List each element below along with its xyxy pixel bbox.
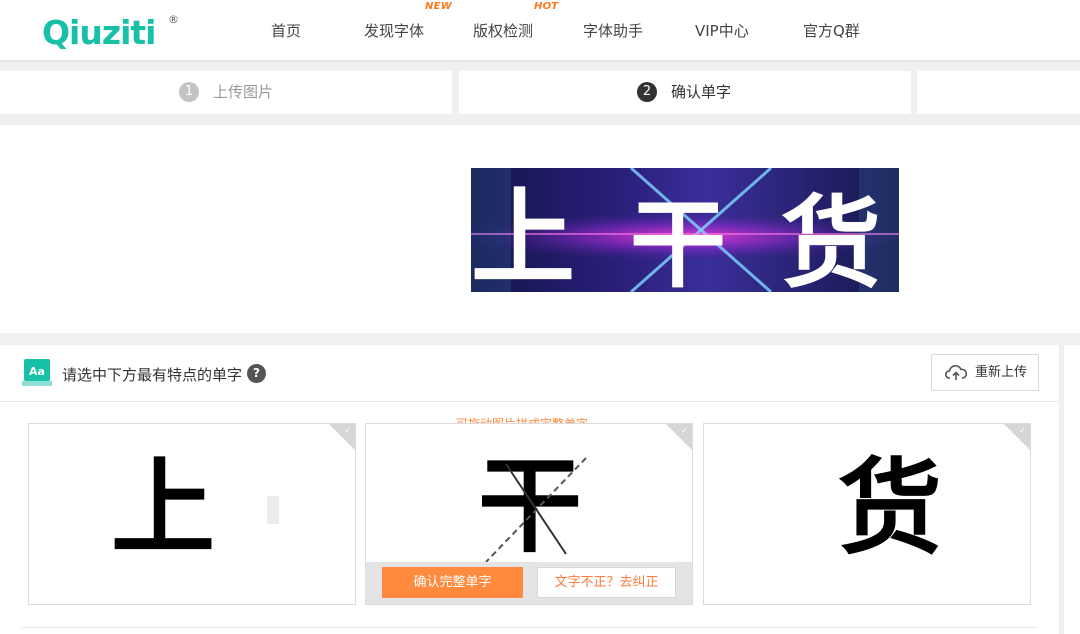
nav-vip-label: VIP中心 xyxy=(695,22,749,40)
check-icon: ✓ xyxy=(681,426,688,435)
check-icon: ✓ xyxy=(344,426,351,435)
card-1-corner xyxy=(329,424,355,450)
svg-text:Qiuziti: Qiuziti xyxy=(42,13,155,52)
uploaded-image: 上 干 货 xyxy=(471,168,899,292)
side-panel-strip xyxy=(1064,345,1080,634)
nav-font-assistant[interactable]: 字体助手 xyxy=(583,0,643,60)
confirm-character-button[interactable]: 确认完整单字 xyxy=(382,567,523,598)
nav-copyright-label: 版权检测 xyxy=(473,22,534,40)
step-1-label: 上传图片 xyxy=(213,83,274,101)
nav-copyright-check[interactable]: 版权检测 HOT xyxy=(473,0,558,60)
card-2-stroke-lines xyxy=(485,457,587,563)
card-3-corner xyxy=(1004,424,1030,450)
nav-official-qq-group[interactable]: 官方Q群 xyxy=(803,0,860,60)
new-badge: NEW xyxy=(425,1,452,12)
step-1-number: 1 xyxy=(179,81,199,102)
hot-badge: HOT xyxy=(534,1,559,12)
preview-char-3: 货 xyxy=(781,184,881,292)
character-select-panel: Aa 请选中下方最有特点的单字 ? 重新上传 可拖动图片拼成完整单字 上 ✓ 干… xyxy=(0,345,1059,634)
reupload-label: 重新上传 xyxy=(975,365,1028,380)
check-icon: ✓ xyxy=(1019,426,1026,435)
panel-title: 请选中下方最有特点的单字 xyxy=(62,366,243,384)
cloud-upload-icon xyxy=(945,365,967,380)
uploaded-image-preview-area: 上 干 货 xyxy=(0,125,1080,333)
help-icon[interactable]: ? xyxy=(247,364,266,383)
step-3-placeholder xyxy=(917,71,1080,114)
top-header: Qiuziti ® 首页 发现字体 NEW 版权检测 HOT 字体助手 VIP中心 … xyxy=(0,0,1080,60)
char-card-1[interactable]: 上 ✓ xyxy=(28,423,356,605)
card-1-char: 上 xyxy=(111,446,216,569)
font-aa-icon: Aa xyxy=(22,359,52,386)
card-2-actions: 确认完整单字 文字不正？去纠正 xyxy=(366,562,692,604)
card-2-corner xyxy=(666,424,692,450)
panel-header: Aa 请选中下方最有特点的单字 ? 重新上传 xyxy=(0,345,1059,402)
step-confirm-character: 2 确认单字 xyxy=(459,71,911,114)
nav-home[interactable]: 首页 xyxy=(271,0,301,60)
step-upload-image: 1 上传图片 xyxy=(0,71,452,114)
card-3-char: 货 xyxy=(838,446,943,569)
char-card-3[interactable]: 货 ✓ xyxy=(703,423,1031,605)
reupload-button[interactable]: 重新上传 xyxy=(931,354,1039,391)
svg-text:®: ® xyxy=(168,13,179,26)
svg-text:Aa: Aa xyxy=(29,365,45,378)
qiuziti-logo[interactable]: Qiuziti ® xyxy=(42,8,182,54)
nav-assistant-label: 字体助手 xyxy=(583,22,644,40)
nav-vip-center[interactable]: VIP中心 xyxy=(695,0,749,60)
nav-qq-label: 官方Q群 xyxy=(803,22,860,40)
nav-discover-fonts[interactable]: 发现字体 NEW xyxy=(364,0,452,60)
step-2-label: 确认单字 xyxy=(671,83,732,101)
nav-discover-label: 发现字体 xyxy=(364,22,425,40)
panel-divider xyxy=(22,627,1037,628)
preview-char-1: 上 xyxy=(471,176,575,292)
nav-home-label: 首页 xyxy=(271,22,302,40)
card-1-fragment xyxy=(267,496,279,524)
preview-char-2: 干 xyxy=(630,188,726,292)
char-card-2[interactable]: 干 ✓ 确认完整单字 文字不正？去纠正 xyxy=(365,423,693,605)
correct-character-button[interactable]: 文字不正？去纠正 xyxy=(537,567,676,598)
step-2-number: 2 xyxy=(637,81,657,102)
